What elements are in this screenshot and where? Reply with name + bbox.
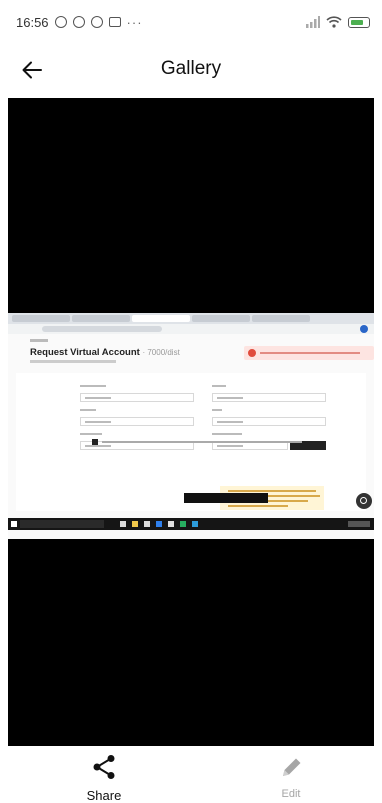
taskbar-app-icon	[192, 521, 198, 527]
browser-url-bar	[8, 324, 374, 334]
screenshot-subtitle	[30, 360, 116, 363]
error-text	[260, 352, 360, 354]
windows-start-icon	[11, 521, 17, 527]
taskbar-app-icon	[132, 521, 138, 527]
field-label	[80, 385, 106, 387]
taskbar-app-icon	[144, 521, 150, 527]
field-label	[212, 385, 226, 387]
status-overflow: ···	[126, 14, 143, 30]
terms-checkbox	[92, 439, 98, 445]
image-viewer[interactable]: Request Virtual Account · 7000/dist	[8, 98, 374, 746]
screenshot-heading-text: Request Virtual Account	[30, 347, 140, 358]
status-left: 16:56 ···	[16, 15, 143, 30]
taskbar-search	[20, 520, 104, 528]
taskbar-app-icon	[120, 521, 126, 527]
form-field	[80, 393, 194, 402]
field-label	[212, 409, 222, 411]
signal-icon	[306, 16, 320, 28]
avatar	[360, 325, 368, 333]
terms-text	[102, 441, 302, 443]
browser-tab	[252, 315, 310, 322]
alarm-icon	[54, 16, 67, 28]
status-right	[306, 16, 370, 28]
taskbar-app-icon	[168, 521, 174, 527]
browser-tab	[132, 315, 190, 322]
browser-tab	[12, 315, 70, 322]
page-title: Gallery	[160, 58, 222, 79]
bottom-action-bar: Share Edit	[0, 748, 382, 803]
windows-taskbar	[8, 518, 374, 530]
status-bar: 16:56 ···	[0, 0, 382, 44]
pencil-icon	[283, 758, 301, 776]
warning-line	[228, 490, 316, 492]
notification-icon	[72, 16, 85, 28]
screenshot-heading-suffix: · 7000/dist	[142, 348, 180, 357]
taskbar-app-icon	[180, 521, 186, 527]
share-button[interactable]: Share	[64, 754, 144, 803]
url-text	[42, 326, 162, 332]
warning-line	[228, 505, 288, 507]
gallery-icon	[108, 17, 121, 27]
edit-label: Edit	[281, 788, 301, 800]
error-icon	[248, 349, 256, 357]
browser-tab	[192, 315, 250, 322]
notification-icon	[90, 16, 103, 28]
submit-button	[184, 493, 268, 503]
form-field	[212, 393, 326, 402]
error-banner	[244, 346, 374, 360]
field-label	[80, 433, 102, 435]
battery-icon	[348, 16, 370, 28]
zoom-search-icon	[356, 493, 372, 509]
app-bar: Gallery	[0, 44, 382, 96]
form-field	[212, 417, 326, 426]
screenshot-image: Request Virtual Account · 7000/dist	[8, 313, 374, 539]
browser-tab	[72, 315, 130, 322]
screenshot-heading: Request Virtual Account · 7000/dist	[30, 347, 180, 358]
field-label	[212, 433, 242, 435]
taskbar-clock	[348, 521, 370, 527]
wifi-icon	[326, 16, 342, 28]
browser-tab-strip	[8, 313, 374, 324]
breadcrumb	[30, 339, 48, 342]
field-label	[80, 409, 96, 411]
status-time: 16:56	[16, 14, 49, 30]
taskbar-app-icon	[156, 521, 162, 527]
edit-button[interactable]: Edit	[251, 754, 331, 800]
share-icon	[93, 755, 115, 779]
form-field	[80, 417, 194, 426]
